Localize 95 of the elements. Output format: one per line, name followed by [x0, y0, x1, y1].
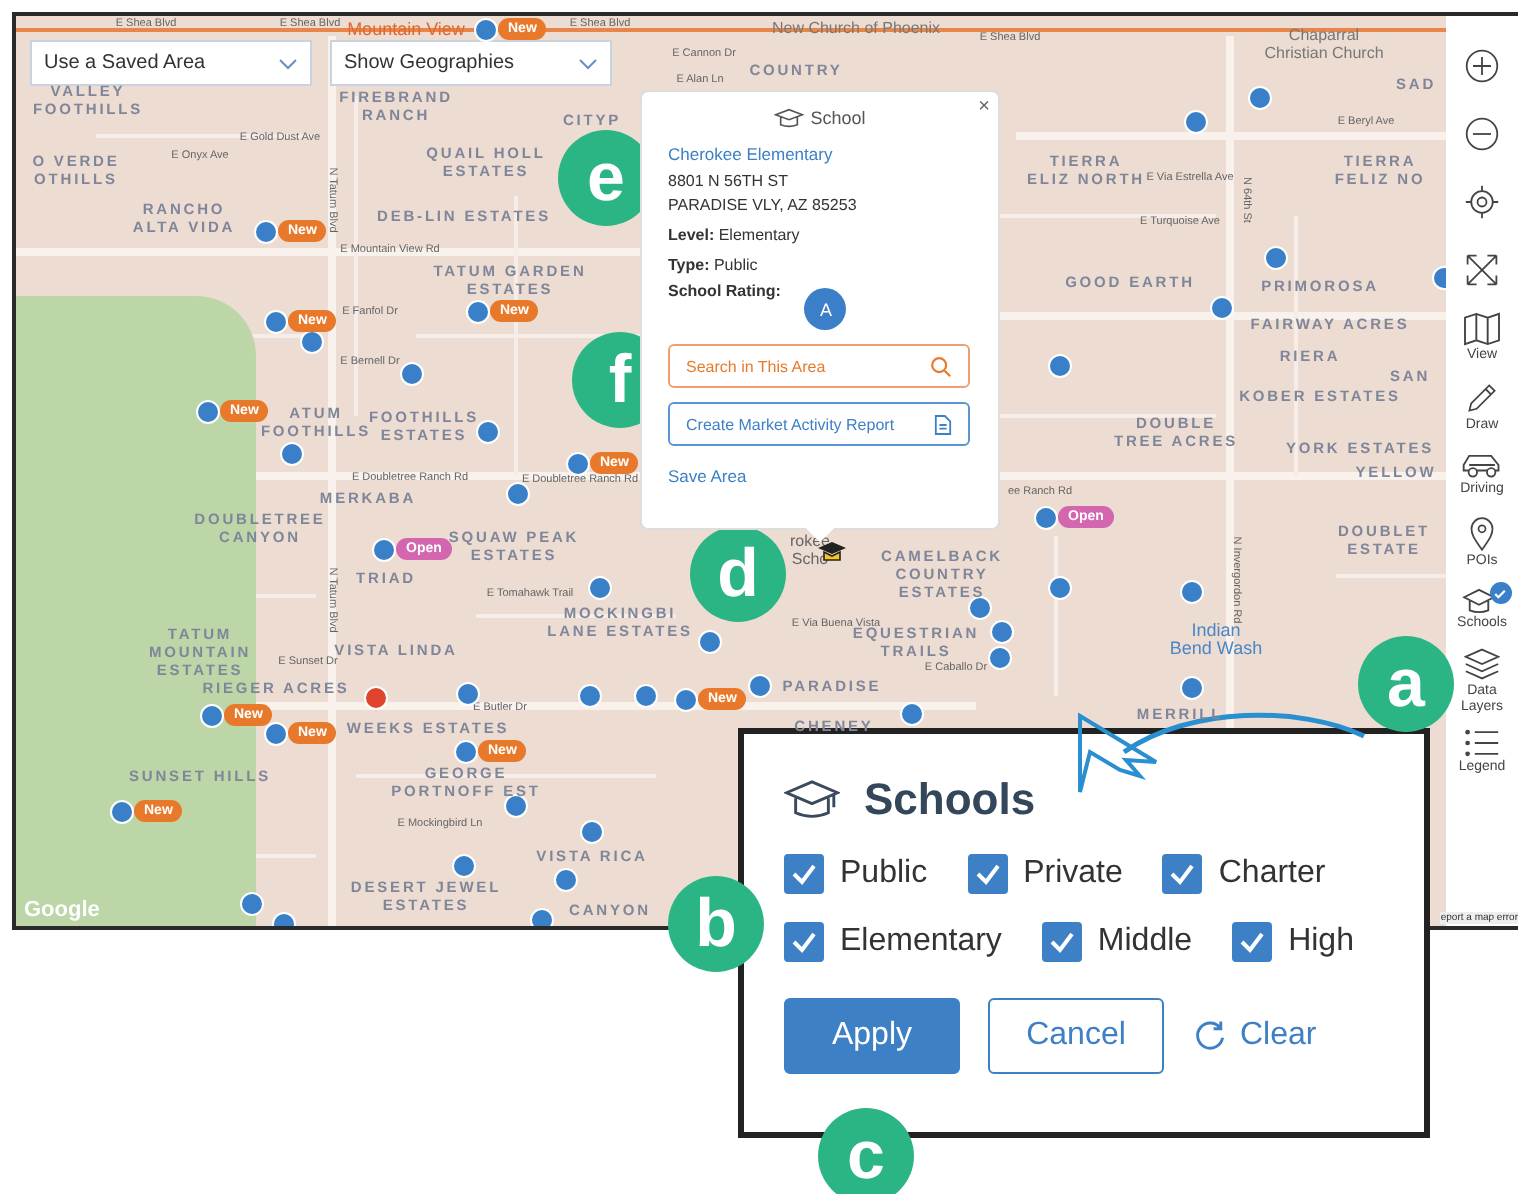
school-marker[interactable] [748, 674, 772, 698]
panel-title: Schools [864, 774, 1036, 826]
school-marker[interactable] [554, 868, 578, 892]
school-marker[interactable] [280, 442, 304, 466]
school-marker[interactable] [456, 682, 480, 706]
school-marker[interactable] [466, 300, 490, 324]
popup-title: School [810, 108, 866, 128]
school-marker[interactable] [504, 794, 528, 818]
checkbox-option[interactable]: Public [784, 854, 928, 894]
checkbox[interactable] [1041, 922, 1082, 962]
zoom-in-icon [1464, 48, 1500, 84]
address-line: PARADISE VLY, AZ 85253 [668, 196, 857, 214]
graduation-cap-icon [1461, 588, 1495, 614]
school-marker[interactable] [990, 620, 1014, 644]
school-marker[interactable] [530, 908, 554, 926]
apply-button[interactable]: Apply [784, 998, 960, 1074]
checkbox-option[interactable]: Middle [1041, 922, 1193, 962]
checkbox[interactable] [784, 854, 824, 894]
map-attribution: Google [24, 898, 100, 922]
refresh-icon [1192, 1018, 1228, 1054]
school-marker[interactable] [300, 330, 324, 354]
school-marker[interactable] [1180, 580, 1204, 604]
school-marker[interactable] [674, 688, 698, 712]
school-marker[interactable] [476, 420, 500, 444]
school-marker[interactable] [1034, 506, 1058, 530]
detail-text: Level: Elementary [668, 226, 800, 244]
school-marker[interactable] [566, 452, 590, 476]
school-marker[interactable] [968, 596, 992, 620]
report-button[interactable]: Create Market Activity Report [668, 402, 970, 446]
dropdown[interactable]: Use a Saved Area [30, 40, 312, 86]
school-marker[interactable] [1048, 576, 1072, 600]
map-icon [1462, 312, 1502, 346]
school-marker[interactable] [264, 310, 288, 334]
checkbox-option[interactable]: Elementary [784, 922, 1002, 962]
save-area-link[interactable]: Save Area [668, 466, 747, 486]
rating-badge: A [804, 288, 847, 330]
school-marker[interactable] [506, 482, 530, 506]
school-marker[interactable] [1184, 110, 1208, 134]
zoom-out-icon [1464, 116, 1500, 152]
detail-text: Type: Public [668, 256, 758, 274]
cancel-button[interactable]: Cancel [988, 998, 1164, 1074]
checkmark-icon [1168, 860, 1197, 888]
school-marker[interactable] [634, 684, 658, 708]
close-button[interactable]: × [978, 96, 990, 118]
rating-label: School Rating: [668, 282, 781, 300]
document-icon [934, 413, 952, 435]
school-marker[interactable] [698, 630, 722, 654]
school-marker[interactable] [1248, 86, 1272, 110]
school-marker[interactable] [580, 820, 604, 844]
checkmark-icon [1238, 928, 1267, 956]
school-marker[interactable] [1210, 296, 1234, 320]
checkmark-icon [790, 928, 818, 956]
graduation-cap-icon [774, 108, 805, 128]
checkbox[interactable] [1162, 854, 1203, 894]
school-marker[interactable] [400, 362, 424, 386]
checkbox[interactable] [784, 922, 824, 962]
address-line: 8801 N 56TH ST [668, 172, 791, 190]
school-marker[interactable] [264, 722, 288, 746]
pencil-icon [1464, 379, 1500, 415]
location-marker[interactable] [364, 686, 388, 710]
crosshair-icon [1464, 184, 1500, 220]
school-marker[interactable] [254, 220, 278, 244]
checkbox-option[interactable]: High [1232, 922, 1354, 962]
school-marker[interactable] [474, 18, 498, 42]
school-marker[interactable] [372, 538, 396, 562]
checkbox[interactable] [1232, 922, 1273, 962]
school-marker[interactable] [588, 576, 612, 600]
place-label: Indian Bend Wash [1169, 622, 1263, 658]
school-marker[interactable] [454, 740, 478, 764]
list-icon [1463, 728, 1500, 758]
school-marker[interactable] [452, 854, 476, 878]
expand-icon [1464, 252, 1500, 288]
checkmark-icon [973, 860, 1002, 888]
clear-button[interactable]: Clear [1192, 998, 1317, 1074]
map-pin-icon [1468, 515, 1496, 551]
checkmark-icon [1047, 928, 1076, 956]
layers-icon [1463, 646, 1500, 682]
car-icon [1460, 450, 1504, 480]
school-marker[interactable] [240, 892, 264, 916]
checkbox-option[interactable]: Charter [1162, 854, 1326, 894]
school-marker[interactable] [1180, 676, 1204, 700]
search-icon [930, 355, 952, 377]
school-marker[interactable] [1264, 246, 1288, 270]
school-marker[interactable] [988, 646, 1012, 670]
checkbox[interactable] [967, 854, 1008, 894]
chevron-down-icon [278, 57, 298, 69]
checkbox-option[interactable]: Private [967, 854, 1123, 894]
school-marker[interactable] [1048, 354, 1072, 378]
checkmark-icon [790, 860, 818, 888]
school-marker[interactable] [900, 702, 924, 726]
chevron-down-icon [578, 57, 598, 69]
school-name-link[interactable]: Cherokee Elementary [668, 144, 833, 164]
school-marker[interactable] [578, 684, 602, 708]
graduation-cap-icon [784, 780, 840, 820]
dropdown[interactable]: Show Geographies [330, 40, 612, 86]
